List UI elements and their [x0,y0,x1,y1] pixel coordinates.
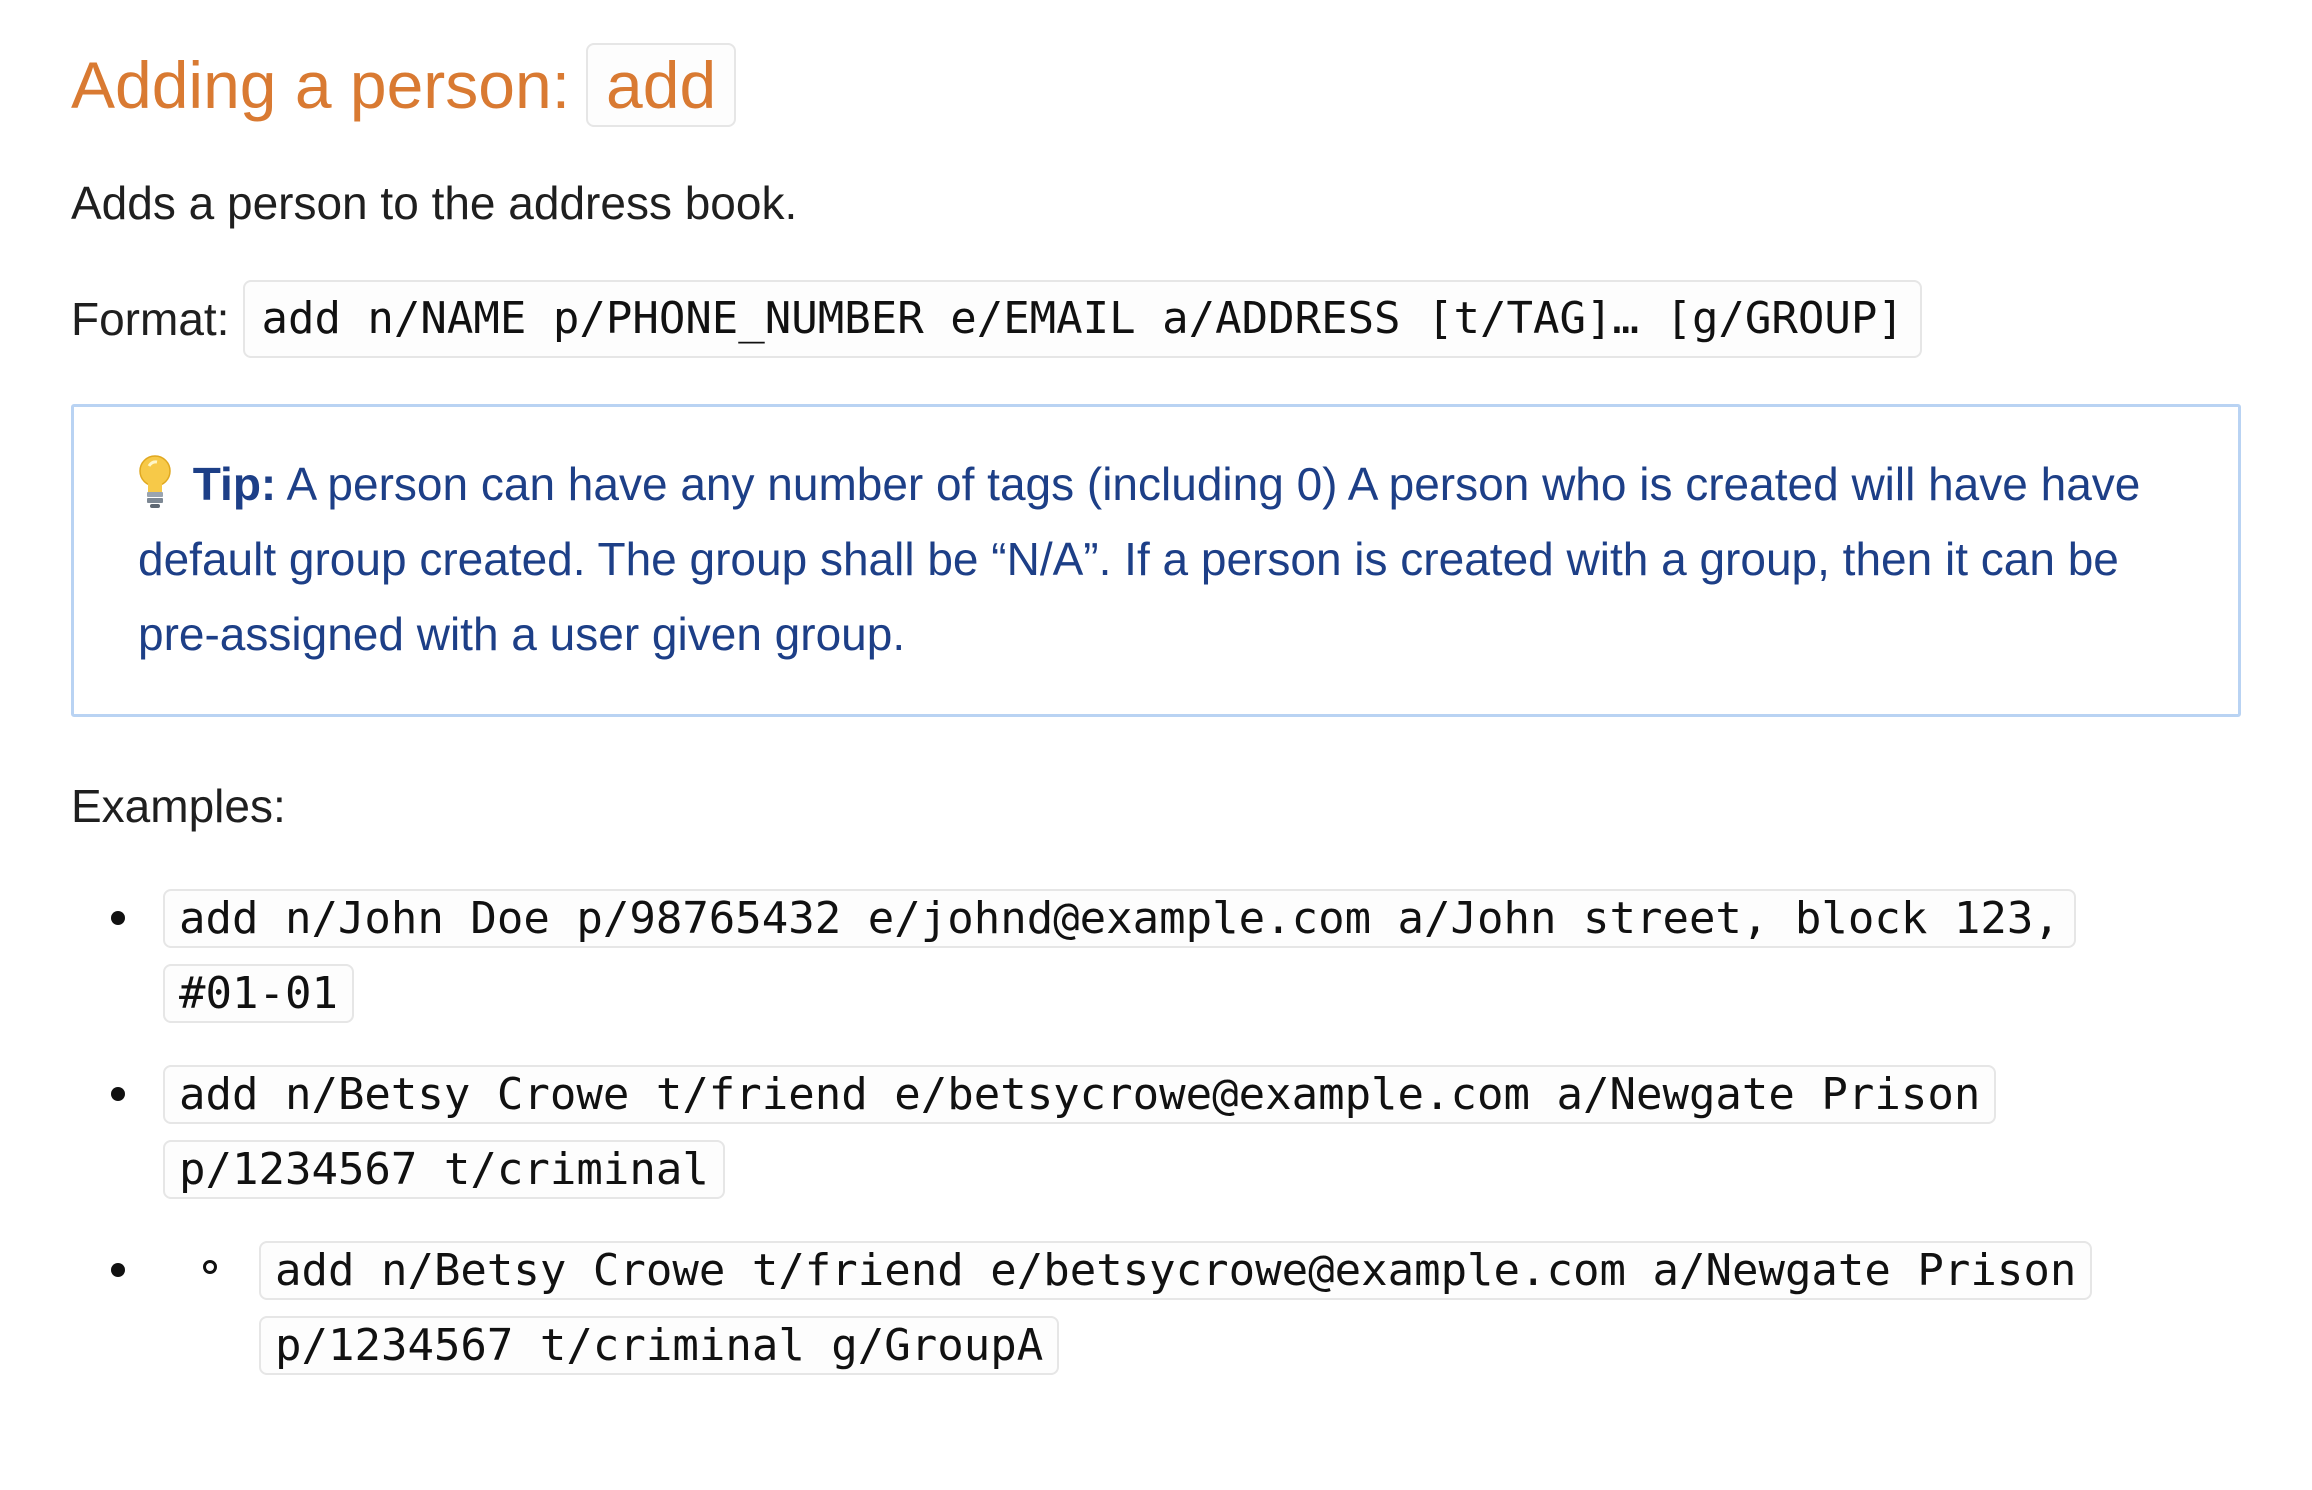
list-item: add n/Betsy Crowe t/friend e/betsycrowe@… [71,1233,2171,1383]
heading-command-code: add [586,43,737,127]
nested-list-item: add n/Betsy Crowe t/friend e/betsycrowe@… [163,1233,2171,1383]
list-item: add n/Betsy Crowe t/friend e/betsycrowe@… [71,1057,2171,1207]
example-code-1: add n/John Doe p/98765432 e/johnd@exampl… [163,889,2076,1023]
format-label: Format: [71,293,230,345]
bullet-icon [111,911,125,925]
document-page: Adding a person: add Adds a person to th… [71,40,2251,1383]
format-code: add n/NAME p/PHONE_NUMBER e/EMAIL a/ADDR… [243,280,1922,358]
section-description: Adds a person to the address book. [71,177,798,229]
heading-text: Adding a person: [71,48,571,122]
tip-label: Tip: [192,458,277,510]
tip-box: Tip: A person can have any number of tag… [71,404,2241,717]
bullet-icon [111,1263,125,1277]
list-item: add n/John Doe p/98765432 e/johnd@exampl… [71,881,2171,1031]
examples-label: Examples: [71,780,286,832]
example-code-3: add n/Betsy Crowe t/friend e/betsycrowe@… [259,1241,2093,1375]
format-line: Format: add n/NAME p/PHONE_NUMBER e/EMAI… [71,280,2251,358]
lightbulb-icon [139,455,171,508]
tip-text: A person can have any number of tags (in… [138,458,2141,660]
example-code-2: add n/Betsy Crowe t/friend e/betsycrowe@… [163,1065,1997,1199]
section-heading: Adding a person: add [71,40,2251,130]
bullet-icon [111,1087,125,1101]
examples-list: add n/John Doe p/98765432 e/johnd@exampl… [71,881,2251,1383]
hollow-bullet-icon [203,1260,217,1274]
